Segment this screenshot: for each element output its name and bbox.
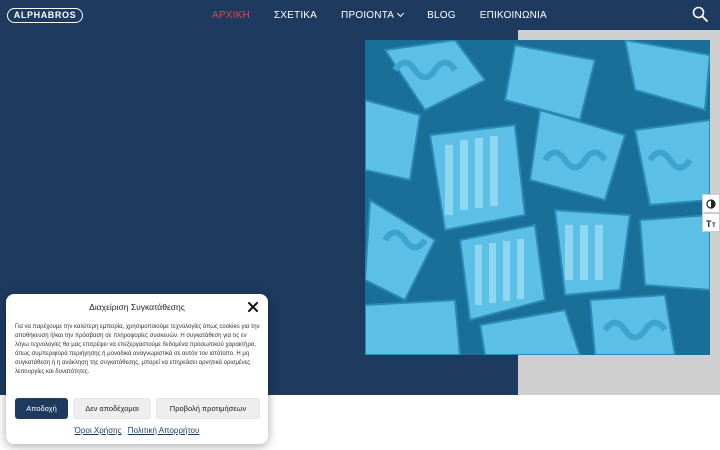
view-preferences-button[interactable]: Προβολή προτιμήσεων [156, 398, 260, 419]
cookie-button-row: Αποδοχή Δεν αποδέχομαι Προβολή προτιμήσε… [15, 398, 265, 419]
nav-item-about[interactable]: ΣΧΕΤΙΚΑ [274, 10, 317, 21]
search-icon[interactable] [692, 6, 708, 22]
cookie-dialog-title: Διαχείριση Συγκατάθεσης [89, 302, 185, 312]
nav-item-products[interactable]: ΠΡΟΙΟΝΤΑ [341, 9, 405, 21]
contrast-icon[interactable] [702, 194, 720, 213]
font-size-icon[interactable]: TT [702, 213, 720, 232]
accessibility-toolbar: TT [702, 194, 720, 232]
chevron-down-icon [397, 9, 405, 17]
hero-image [365, 40, 710, 355]
cookie-policy-links: Όροι Χρήσης Πολιτική Απορρήτου [6, 426, 268, 435]
nav-item-blog[interactable]: BLOG [427, 10, 456, 21]
privacy-policy-link[interactable]: Πολιτική Απορρήτου [128, 426, 200, 435]
terms-link[interactable]: Όροι Χρήσης [75, 426, 122, 435]
accept-button[interactable]: Αποδοχή [15, 398, 68, 419]
site-logo[interactable]: ALPHABROS [7, 8, 83, 23]
nav-item-contact[interactable]: ΕΠΙΚΟΙΝΩΝΙΑ [480, 10, 547, 21]
cookie-consent-dialog: Διαχείριση Συγκατάθεσης Για να παρέχουμε… [6, 294, 268, 444]
deny-button[interactable]: Δεν αποδέχομαι [73, 398, 151, 419]
main-nav: ΑΡΧΙΚΗ ΣΧΕΤΙΚΑ ΠΡΟΙΟΝΤΑ BLOG ΕΠΙΚΟΙΝΩΝΙΑ [212, 0, 571, 30]
site-header: ALPHABROS ΑΡΧΙΚΗ ΣΧΕΤΙΚΑ ΠΡΟΙΟΝΤΑ BLOG Ε… [0, 0, 720, 30]
nav-item-home[interactable]: ΑΡΧΙΚΗ [212, 10, 250, 21]
close-icon[interactable] [247, 301, 259, 313]
svg-text:T: T [712, 223, 716, 228]
cookie-dialog-text: Για να παρέχουμε την καλύτερη εμπειρία, … [15, 324, 260, 376]
nav-item-products-label: ΠΡΟΙΟΝΤΑ [341, 9, 395, 21]
